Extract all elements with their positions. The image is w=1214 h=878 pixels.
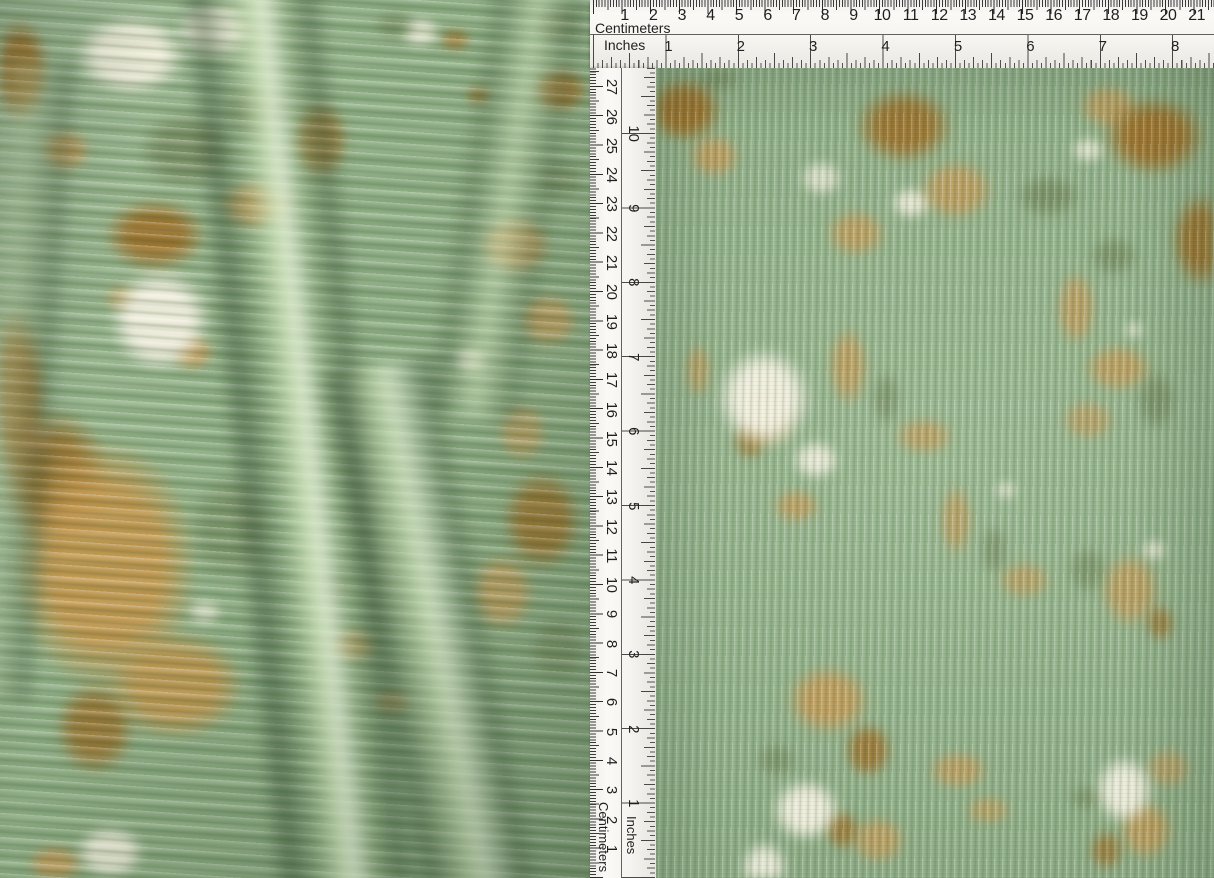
cm-ticks bbox=[590, 68, 603, 878]
cm-number: 11 bbox=[603, 548, 620, 563]
cm-number: 4 bbox=[706, 7, 714, 25]
cm-number: 13 bbox=[603, 489, 620, 505]
cm-number: 8 bbox=[821, 7, 829, 25]
cm-number: 20 bbox=[603, 284, 620, 300]
cm-number: 12 bbox=[931, 7, 948, 25]
cm-number: 22 bbox=[603, 226, 620, 242]
cm-number: 4 bbox=[603, 757, 620, 765]
cm-number: 15 bbox=[603, 431, 620, 447]
half-inch-ticks bbox=[593, 53, 1214, 68]
cm-number: 12 bbox=[603, 519, 620, 535]
cm-number: 10 bbox=[874, 7, 891, 25]
cm-number: 19 bbox=[1131, 7, 1148, 25]
cm-number: 3 bbox=[678, 7, 686, 25]
inches-label: Inches bbox=[624, 816, 639, 854]
cm-number: 25 bbox=[603, 138, 620, 154]
cm-number: 13 bbox=[959, 7, 976, 25]
centimeters-label: Centimeters bbox=[596, 802, 611, 872]
cm-number: 3 bbox=[603, 786, 620, 794]
vertical-ruler: 1234567891011121314151617181920212223242… bbox=[590, 68, 656, 878]
inches-label: Inches bbox=[604, 37, 645, 53]
cm-number: 7 bbox=[792, 7, 800, 25]
fabric-product-photo: 123456789101112131415161718192021 Centim… bbox=[0, 0, 1214, 878]
cm-number: 9 bbox=[849, 7, 857, 25]
cm-number: 23 bbox=[603, 196, 620, 212]
cm-number: 16 bbox=[1045, 7, 1062, 25]
inch-number: 5 bbox=[625, 502, 642, 510]
cm-number-row: 123456789101112131415161718192021 bbox=[593, 7, 1214, 27]
cm-number: 17 bbox=[1074, 7, 1091, 25]
cm-number: 6 bbox=[603, 698, 620, 706]
inch-number-column: 1 2 3 4 5 6 7 8 9 10 bbox=[625, 68, 641, 878]
inch-number: 7 bbox=[625, 353, 642, 361]
cm-number-column: 1234567891011121314151617181920212223242… bbox=[603, 68, 620, 878]
cm-number: 18 bbox=[603, 343, 620, 359]
photo-shading bbox=[656, 68, 1214, 878]
cm-number: 17 bbox=[603, 372, 620, 388]
cm-number: 14 bbox=[603, 460, 620, 476]
cm-number: 5 bbox=[735, 7, 743, 25]
cm-number: 14 bbox=[988, 7, 1005, 25]
cm-number: 18 bbox=[1102, 7, 1119, 25]
cm-number: 27 bbox=[603, 79, 620, 95]
cm-number: 7 bbox=[603, 669, 620, 677]
inch-number: 2 bbox=[625, 725, 642, 733]
cm-number: 21 bbox=[1188, 7, 1205, 25]
cm-number: 10 bbox=[603, 577, 620, 593]
cm-number: 20 bbox=[1160, 7, 1177, 25]
inch-number: 10 bbox=[625, 126, 642, 143]
cm-number: 21 bbox=[603, 255, 620, 271]
inch-number: 6 bbox=[625, 427, 642, 435]
draped-fabric-photo bbox=[0, 0, 590, 878]
cm-number: 9 bbox=[603, 610, 620, 618]
inch-number: 3 bbox=[625, 651, 642, 659]
flat-fabric-swatch bbox=[656, 68, 1214, 878]
inch-number: 8 bbox=[625, 279, 642, 287]
cm-number: 16 bbox=[603, 401, 620, 417]
inch-number: 4 bbox=[625, 576, 642, 584]
cm-number: 24 bbox=[603, 167, 620, 183]
inch-number: 9 bbox=[625, 204, 642, 212]
photo-shading bbox=[0, 0, 590, 878]
cm-number: 15 bbox=[1017, 7, 1034, 25]
cm-number: 26 bbox=[603, 108, 620, 124]
cm-number: 19 bbox=[603, 313, 620, 329]
half-inch-ticks bbox=[641, 68, 655, 878]
horizontal-ruler: 123456789101112131415161718192021 Centim… bbox=[590, 0, 1214, 68]
cm-number: 11 bbox=[903, 7, 919, 25]
cm-number: 6 bbox=[763, 7, 771, 25]
inch-number: 1 bbox=[625, 799, 642, 807]
cm-number: 8 bbox=[603, 640, 620, 648]
cm-number: 5 bbox=[603, 728, 620, 736]
